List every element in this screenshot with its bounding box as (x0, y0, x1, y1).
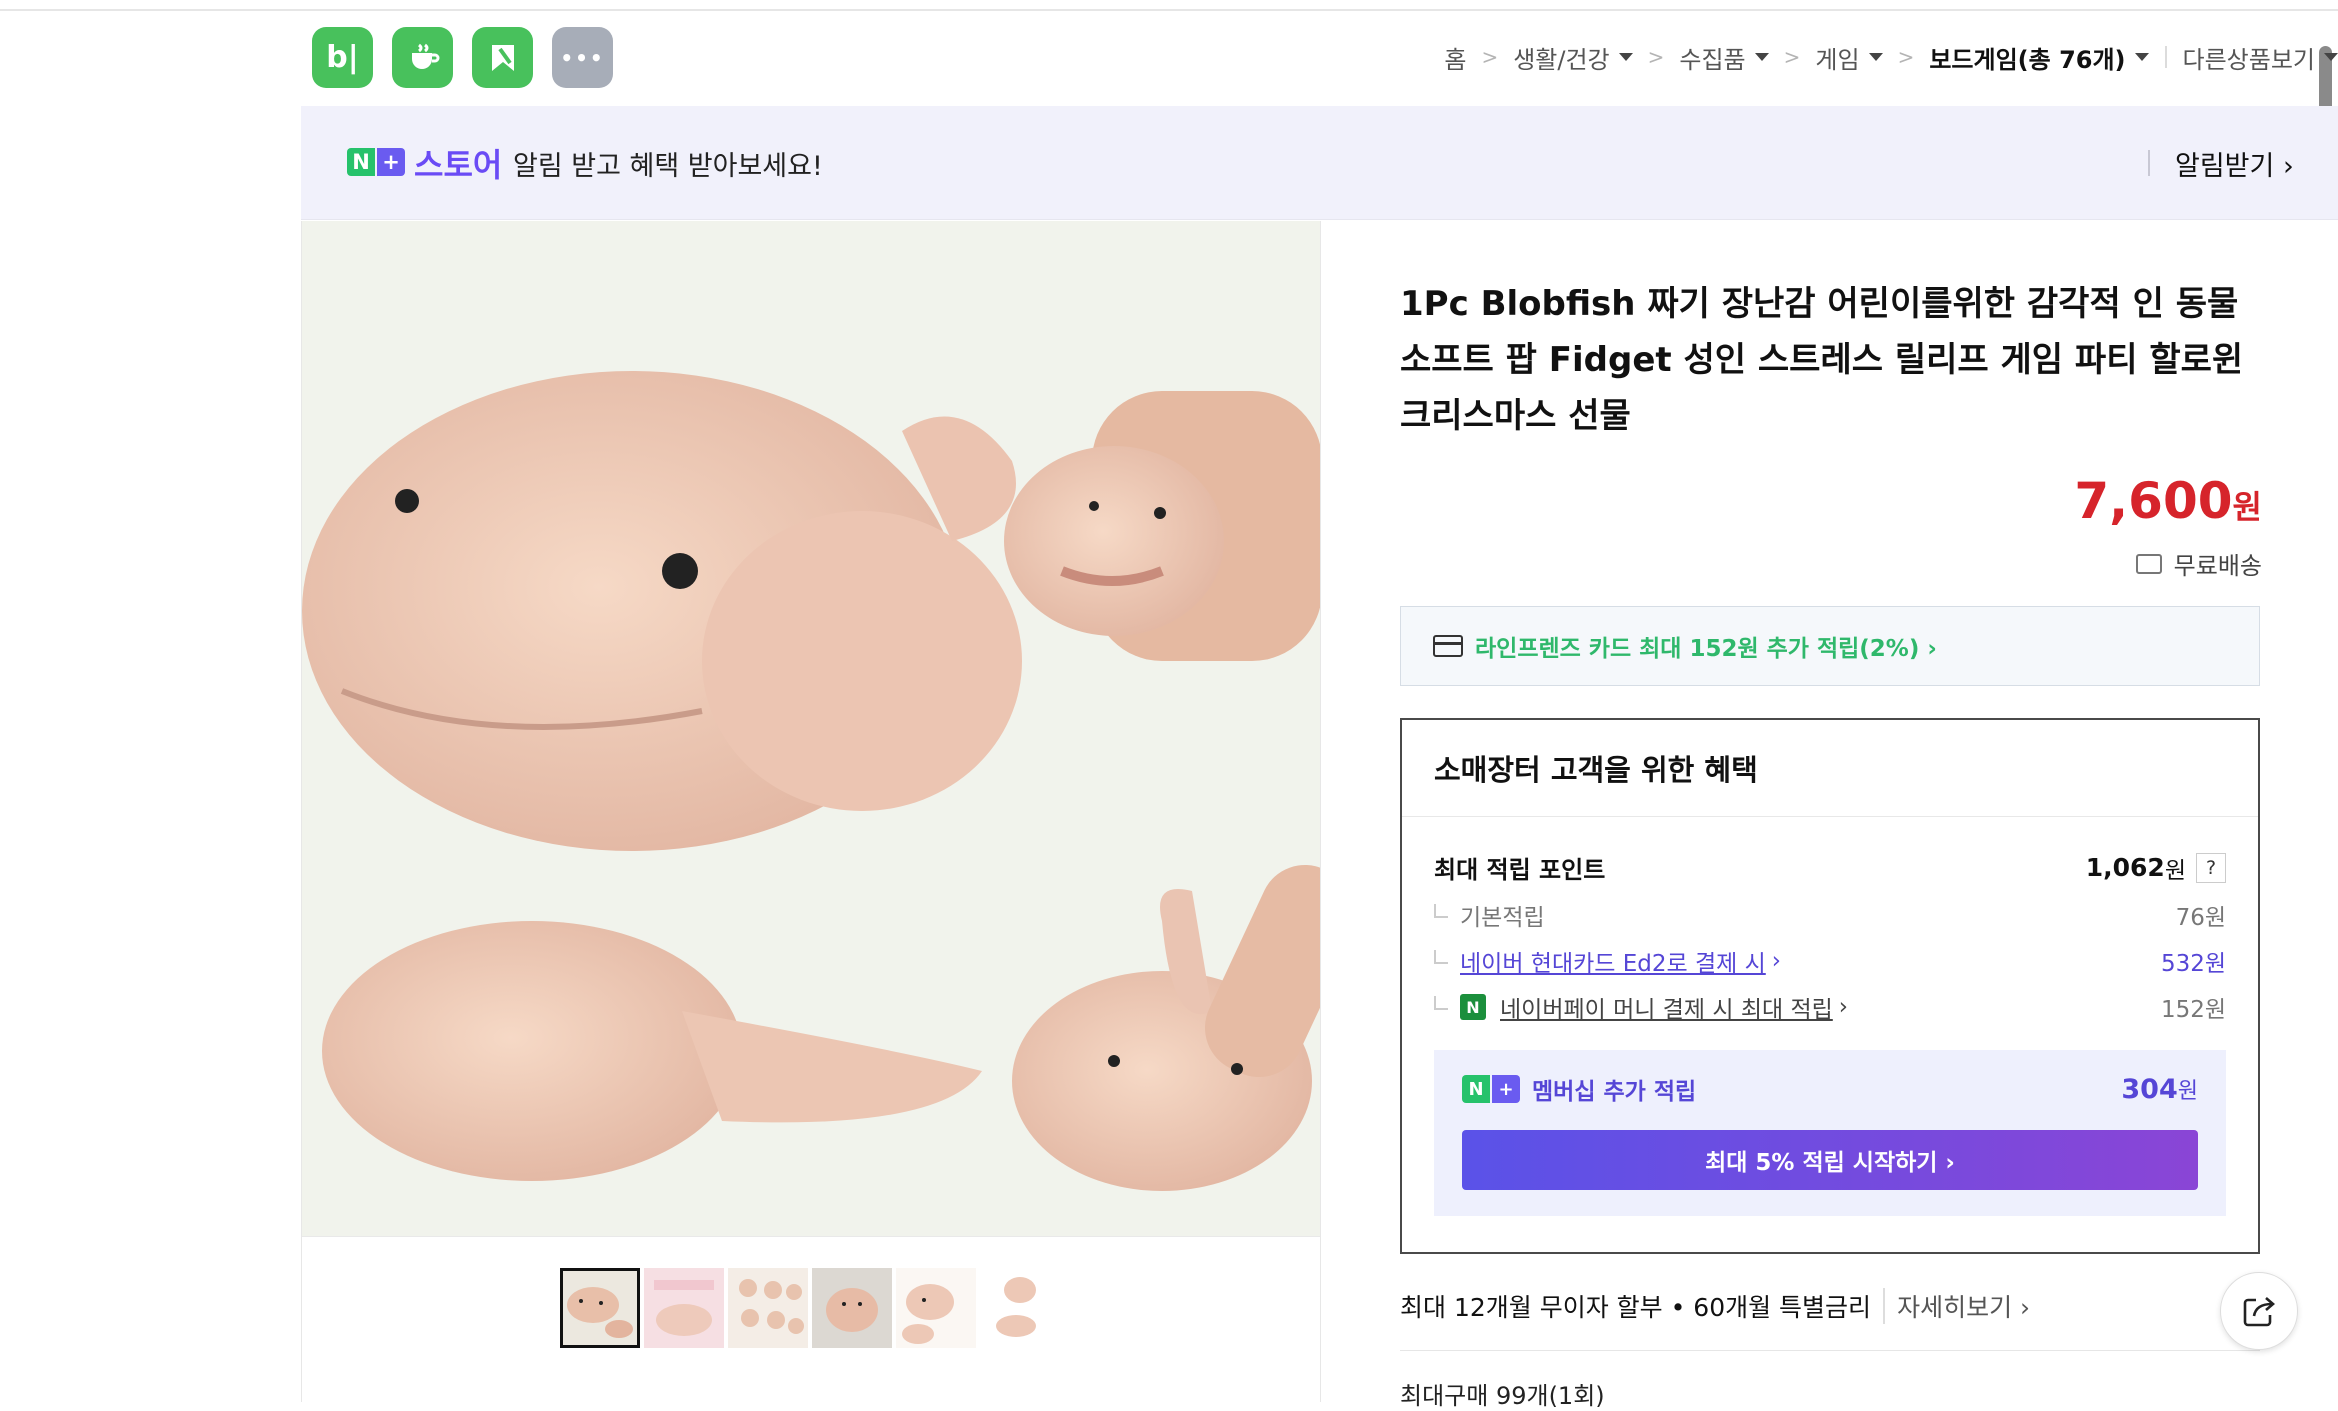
points-row-label: 기본적립 (1460, 905, 1545, 931)
breadcrumb-current-boardgame[interactable]: 보드게임(총 76개) (1929, 40, 2149, 75)
blog-app-button[interactable]: b| (312, 27, 373, 88)
help-button[interactable]: ? (2196, 852, 2226, 883)
points-row-value: 152원 (2160, 997, 2226, 1023)
benefits-heading: 소매장터 고객을 위한 혜택 (1402, 720, 2258, 817)
product-title: 1Pc Blobfish 짜기 장난감 어린이를위한 감각적 인 동물 소프트 … (1400, 284, 2244, 436)
max-points-row: 최대 적립 포인트 1,062 원 ? (1434, 850, 2226, 885)
thumbnail-image (896, 1268, 976, 1348)
shipping-label: 무료배송 (2173, 552, 2262, 580)
chevron-down-icon (1618, 53, 1633, 61)
more-icon: ••• (560, 45, 605, 70)
breadcrumb-divider (2164, 46, 2167, 68)
naverpay-icon: N (1460, 994, 1486, 1020)
nplus-n: N (1462, 1075, 1490, 1103)
breadcrumb-home[interactable]: 홈 (1444, 40, 1466, 75)
naverpay-link[interactable]: 네이버페이 머니 결제 시 최대 적립 (1500, 990, 1833, 1024)
max-points-unit: 원 (2164, 857, 2186, 884)
nplus-n: N (347, 148, 375, 176)
thumbnail-image (728, 1268, 808, 1348)
chevron-down-icon (2134, 53, 2149, 61)
thumbnail-3[interactable] (728, 1268, 808, 1348)
tree-branch-icon (1434, 950, 1448, 964)
card-offer-banner[interactable]: 라인프렌즈 카드 최대 152원 추가 적립(2%) › (1400, 606, 2260, 686)
customer-benefits-panel: 소매장터 고객을 위한 혜택 최대 적립 포인트 1,062 원 ? 기본적립 7… (1400, 718, 2260, 1254)
breadcrumb-category-games[interactable]: 게임 (1815, 40, 1883, 75)
more-apps-button[interactable]: ••• (552, 27, 613, 88)
divider (1400, 1350, 2260, 1351)
max-points-value-wrap: 1,062 원 ? (2086, 851, 2226, 885)
shipping-info: 무료배송 (2135, 546, 2262, 581)
truck-icon (2135, 553, 2162, 574)
thumbnail-image (644, 1268, 724, 1348)
points-row-hyundai-card: 네이버 현대카드 Ed2로 결제 시 › 532원 (1434, 944, 2226, 978)
nplus-logo: N + (1462, 1075, 1520, 1103)
banner-divider (2148, 150, 2150, 176)
breadcrumb-separator: > (1481, 45, 1499, 69)
chevron-right-icon: › (1771, 948, 1781, 974)
blog-icon: b| (326, 40, 359, 75)
breadcrumb-separator: > (1897, 45, 1915, 69)
bookmark-app-button[interactable] (472, 27, 533, 88)
thumbnail-image (980, 1268, 1060, 1348)
share-button[interactable] (2220, 1272, 2298, 1350)
membership-row: N + 멤버십 추가 적립 304원 (1462, 1072, 2198, 1106)
banner-message: 알림 받고 혜택 받아보세요! (513, 151, 823, 182)
membership-value: 304원 (2121, 1074, 2198, 1105)
thumbnail-5[interactable] (896, 1268, 976, 1348)
thumbnail-image (812, 1268, 892, 1348)
browser-top-line (0, 0, 2338, 11)
share-icon (2243, 1297, 2275, 1327)
price-amount: 7,600 (2074, 472, 2233, 530)
blobfish-illustration (302, 371, 1320, 1191)
max-purchase-info: 최대구매 99개(1회) (1400, 1382, 1605, 1410)
installment-details-link[interactable]: 자세히보기 › (1883, 1288, 2030, 1324)
bookmark-icon (491, 44, 514, 71)
tree-branch-icon (1434, 904, 1448, 918)
breadcrumb-separator: > (1783, 45, 1801, 69)
max-points-value: 1,062 (2085, 853, 2165, 882)
chevron-down-icon (2324, 53, 2338, 61)
breadcrumb: 홈 > 생활/건강 > 수집품 > 게임 > 보드게임(총 76개) 다른상품보… (1444, 40, 2338, 74)
membership-label: 멤버십 추가 적립 (1532, 1079, 1697, 1105)
thumbnail-6[interactable] (980, 1268, 1060, 1348)
nplus-logo: N + (347, 148, 405, 176)
installment-text: 최대 12개월 무이자 할부 • 60개월 특별금리 (1400, 1293, 1872, 1322)
thumbnail-strip (560, 1268, 1060, 1348)
store-logo-text: 스토어 (414, 146, 503, 184)
max-points-label: 최대 적립 포인트 (1434, 856, 1606, 884)
chevron-down-icon (1754, 53, 1769, 61)
store-notification-banner: N + 스토어 알림 받고 혜택 받아보세요! 알림받기 › (301, 106, 2338, 220)
points-row-basic: 기본적립 76원 (1434, 898, 2226, 932)
nplus-plus: + (1492, 1075, 1520, 1103)
breadcrumb-separator: > (1647, 45, 1665, 69)
cafe-icon (411, 43, 439, 69)
other-products-link[interactable]: 다른상품보기 (2183, 40, 2338, 75)
installment-info: 최대 12개월 무이자 할부 • 60개월 특별금리 자세히보기 › (1400, 1288, 2030, 1324)
card-offer-text: 라인프렌즈 카드 최대 152원 추가 적립(2%) › (1475, 636, 1937, 662)
product-price: 7,600 원 (2074, 472, 2262, 530)
nplus-plus: + (377, 148, 405, 176)
credit-card-icon (1433, 635, 1463, 657)
start-membership-button[interactable]: 최대 5% 적립 시작하기 › (1462, 1130, 2198, 1190)
subscribe-alert-button[interactable]: 알림받기 › (2175, 144, 2294, 183)
points-row-value: 76원 (2175, 905, 2226, 931)
thumbnail-4[interactable] (812, 1268, 892, 1348)
thumbnail-1[interactable] (560, 1268, 640, 1348)
price-currency: 원 (2232, 488, 2262, 526)
thumbnail-image (563, 1271, 637, 1345)
breadcrumb-category-collectibles[interactable]: 수집품 (1679, 40, 1769, 75)
product-main-image[interactable] (302, 221, 1320, 1237)
points-row-naverpay: N 네이버페이 머니 결제 시 최대 적립 › 152원 (1434, 990, 2226, 1024)
hyundai-card-link[interactable]: 네이버 현대카드 Ed2로 결제 시 (1460, 944, 1766, 978)
product-gallery (301, 221, 1321, 1402)
chevron-right-icon: › (1838, 994, 1848, 1020)
points-row-value: 532원 (2160, 951, 2226, 977)
breadcrumb-category-health[interactable]: 생활/건강 (1513, 40, 1633, 75)
tree-branch-icon (1434, 996, 1448, 1010)
cafe-app-button[interactable] (392, 27, 453, 88)
thumbnail-2[interactable] (644, 1268, 724, 1348)
membership-box: N + 멤버십 추가 적립 304원 최대 5% 적립 시작하기 › (1434, 1050, 2226, 1216)
chevron-down-icon (1868, 53, 1883, 61)
app-shortcuts: b| ••• (312, 27, 613, 88)
